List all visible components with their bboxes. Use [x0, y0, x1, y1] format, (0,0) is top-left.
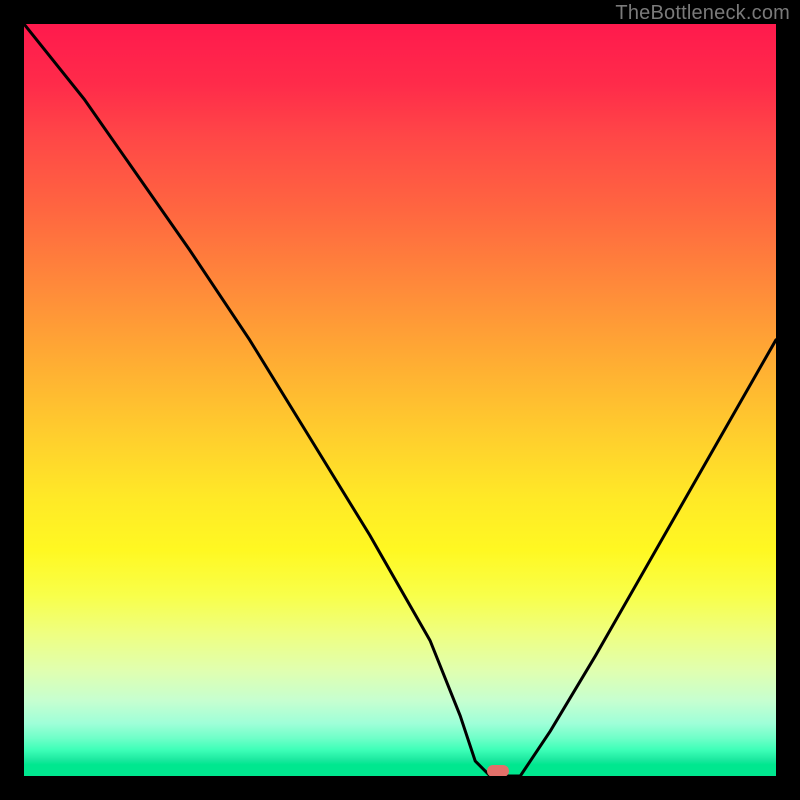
chart-frame: TheBottleneck.com	[0, 0, 800, 800]
watermark-text: TheBottleneck.com	[615, 2, 790, 25]
optimal-point-marker	[487, 765, 509, 776]
plot-area	[24, 24, 776, 776]
bottleneck-curve	[24, 24, 776, 776]
